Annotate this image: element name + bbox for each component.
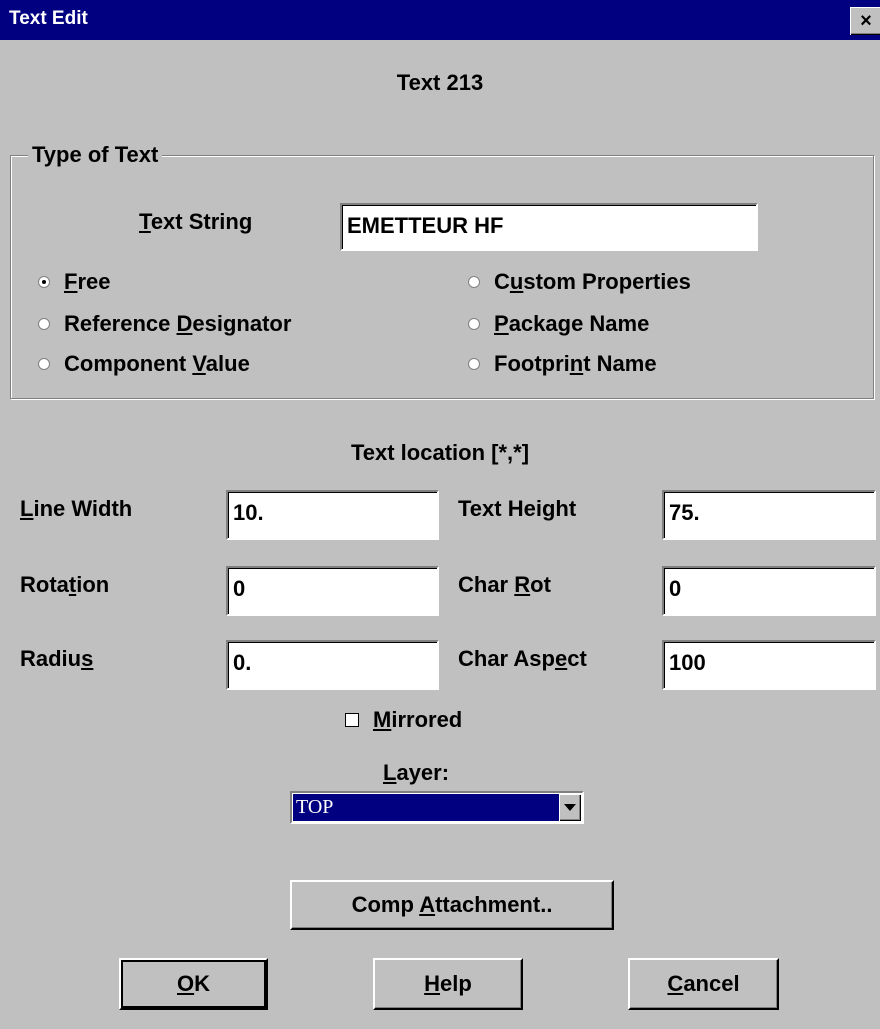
ok-button[interactable]: OK [119,958,268,1010]
layer-label: Layer: [383,760,450,785]
dropdown-arrow-button[interactable] [559,794,581,821]
char-rot-label: Char Rot [458,572,551,597]
text-string-field[interactable]: EMETTEUR HF [340,203,758,251]
radius-label: Radius [20,646,94,671]
radio-free-indicator [38,276,50,288]
radio-package-name[interactable]: Package Name [468,311,649,337]
close-button[interactable]: × [850,7,880,35]
cancel-label: Cancel [667,971,740,996]
text-height-field[interactable]: 75. [662,490,876,540]
text-id-label: Text 213 [396,70,484,95]
radio-footprint-name[interactable]: Footprint Name [468,351,657,377]
radio-ref-label: Reference Designator [64,311,292,336]
radio-footprint-label: Footprint Name [494,351,657,376]
text-string-label: Text String [139,209,253,234]
char-aspect-field[interactable]: 100 [662,640,876,690]
ok-label: OK [176,971,210,996]
text-location-label: Text location [*,*] [350,440,530,465]
layer-selected-value: TOP [293,794,559,821]
radio-package-label: Package Name [494,311,650,336]
radio-footprint-indicator [468,358,480,370]
radio-custom-properties[interactable]: Custom Properties [468,269,691,295]
radio-package-indicator [468,318,480,330]
radio-component-value[interactable]: Component Value [38,351,250,377]
radio-free-label: Free [64,269,111,294]
close-icon: × [860,9,872,32]
help-button[interactable]: Help [373,958,523,1010]
comp-attachment-button[interactable]: Comp Attachment.. [290,880,614,930]
radio-custom-label: Custom Properties [494,269,691,294]
type-of-text-legend: Type of Text [28,142,163,168]
radius-field[interactable]: 0. [226,640,439,690]
rotation-label: Rotation [20,572,110,597]
line-width-label: Line Width [20,496,133,521]
char-aspect-label: Char Aspect [458,646,587,671]
mirrored-label: Mirrored [373,707,463,732]
radio-custom-indicator [468,276,480,288]
radio-free[interactable]: Free [38,269,111,295]
radio-comp-label: Component Value [64,351,250,376]
help-label: Help [424,971,472,996]
radio-ref-indicator [38,318,50,330]
rotation-field[interactable]: 0 [226,566,439,616]
radio-comp-indicator [38,358,50,370]
mirrored-checkbox[interactable]: Mirrored [345,707,462,733]
cancel-button[interactable]: Cancel [628,958,779,1010]
char-rot-field[interactable]: 0 [662,566,876,616]
text-height-label: Text Height [458,496,577,521]
mirrored-checkbox-box [345,713,359,727]
title-bar: Text Edit × [0,0,880,40]
layer-select[interactable]: TOP [290,791,584,824]
window-title: Text Edit [9,8,88,29]
chevron-down-icon [564,804,576,811]
radio-reference-designator[interactable]: Reference Designator [38,311,291,337]
line-width-field[interactable]: 10. [226,490,439,540]
comp-attachment-label: Comp Attachment.. [351,892,553,917]
